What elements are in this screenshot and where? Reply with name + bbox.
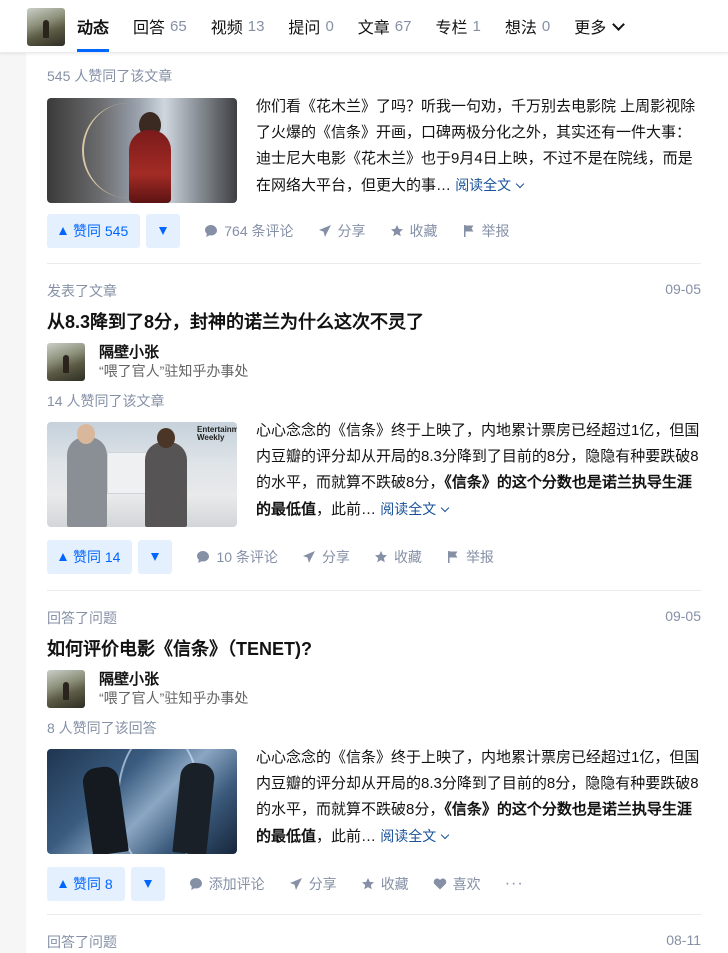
divider	[47, 590, 701, 591]
more-options-button[interactable]: ···	[505, 875, 524, 893]
upvote-button[interactable]: 赞同 8	[47, 867, 125, 901]
collect-button[interactable]: 收藏	[361, 874, 409, 894]
like-button[interactable]: 喜欢	[433, 874, 481, 894]
activity-date: 09-05	[665, 608, 701, 624]
excerpt[interactable]: 你们看《花木兰》了吗？听我一句劝，千万别去电影院 上周影视除了火爆的《信条》开画…	[256, 94, 701, 203]
report-button[interactable]: 举报	[462, 221, 510, 241]
chevron-down-icon	[440, 830, 450, 840]
flag-icon	[447, 551, 458, 563]
vote-count-line: 8 人赞同了该回答	[47, 720, 157, 736]
downvote-button[interactable]	[138, 540, 173, 574]
divider	[47, 914, 701, 915]
activity-date: 09-05	[665, 281, 701, 297]
article-thumbnail[interactable]	[47, 98, 237, 203]
upvote-button[interactable]: 赞同 14	[47, 540, 133, 574]
comment-button[interactable]: 764 条评论	[204, 221, 294, 241]
read-more-link[interactable]: 阅读全文	[380, 501, 450, 517]
excerpt[interactable]: 心心念念的《信条》终于上映了，内地累计票房已经超过1亿，但国内豆瓣的评分却从开局…	[256, 418, 701, 527]
read-more-link[interactable]: 阅读全文	[455, 177, 525, 193]
share-button[interactable]: 分享	[302, 547, 350, 567]
author-bio: “喂了官人”驻知乎办事处	[99, 363, 249, 379]
triangle-up-icon	[59, 553, 67, 561]
divider	[47, 263, 701, 264]
tab-activity[interactable]: 动态	[77, 0, 110, 52]
triangle-down-icon	[151, 553, 160, 561]
author-avatar[interactable]	[47, 670, 85, 708]
tab-columns[interactable]: 专栏 1	[435, 0, 480, 52]
avatar[interactable]	[27, 8, 65, 46]
downvote-button[interactable]	[130, 867, 165, 901]
comment-icon	[205, 225, 218, 237]
author-avatar[interactable]	[47, 343, 85, 381]
author-bio: “喂了官人”驻知乎办事处	[99, 690, 249, 706]
chevron-down-icon	[612, 17, 626, 31]
vote-count-line: 14 人赞同了该文章	[47, 393, 165, 409]
comment-button[interactable]: 10 条评论	[196, 547, 278, 567]
activity-type: 回答了问题	[47, 610, 117, 626]
chevron-down-icon	[515, 179, 525, 189]
answer-thumbnail[interactable]	[47, 749, 237, 854]
chevron-down-icon	[440, 503, 450, 513]
thumbnail-logo: Entertainment Weekly	[197, 425, 237, 442]
star-icon	[374, 551, 387, 563]
tab-more[interactable]: 更多	[574, 0, 626, 52]
activity-type: 发表了文章	[47, 283, 117, 299]
triangle-up-icon	[59, 880, 67, 888]
tab-articles[interactable]: 文章 67	[358, 0, 412, 52]
tab-answers[interactable]: 回答 65	[133, 0, 187, 52]
activity-date: 08-11	[666, 932, 701, 948]
report-button[interactable]: 举报	[446, 547, 494, 567]
tab-questions[interactable]: 提问 0	[288, 0, 333, 52]
feed-item: 回答了问题 08-11	[47, 932, 701, 952]
feed-item: 545 人赞同了该文章 你们看《花木兰》了吗？听我一句劝，千万别去电影院 上周影…	[47, 66, 701, 248]
excerpt[interactable]: 心心念念的《信条》终于上映了，内地累计票房已经超过1亿，但国内豆瓣的评分却从开局…	[256, 745, 701, 854]
vote-count-line: 545 人赞同了该文章	[47, 68, 173, 84]
tab-thoughts[interactable]: 想法 0	[505, 0, 550, 52]
share-icon	[318, 225, 331, 237]
feed-item: 回答了问题 09-05 如何评价电影《信条》（TENET)? 隔壁小张 “喂了官人…	[47, 608, 701, 901]
share-icon	[302, 551, 315, 563]
upvote-button[interactable]: 赞同 545	[47, 214, 141, 248]
triangle-down-icon	[159, 227, 168, 235]
author-name[interactable]: 隔壁小张	[99, 670, 248, 689]
article-thumbnail[interactable]: Entertainment Weekly	[47, 422, 237, 527]
item-title[interactable]: 从8.3降到了8分，封神的诺兰为什么这次不灵了	[47, 309, 701, 335]
share-icon	[289, 878, 302, 890]
feed-item: 发表了文章 09-05 从8.3降到了8分，封神的诺兰为什么这次不灵了 隔壁小张 …	[47, 281, 701, 574]
downvote-button[interactable]	[146, 214, 181, 248]
triangle-down-icon	[143, 880, 152, 888]
heart-icon	[433, 878, 446, 890]
share-button[interactable]: 分享	[289, 874, 337, 894]
flag-icon	[463, 225, 473, 237]
share-button[interactable]: 分享	[318, 221, 366, 241]
ellipsis-icon: ···	[504, 875, 524, 892]
star-icon	[361, 878, 374, 890]
read-more-link[interactable]: 阅读全文	[380, 828, 450, 844]
tab-videos[interactable]: 视频 13	[211, 0, 265, 52]
star-icon	[390, 225, 403, 237]
collect-button[interactable]: 收藏	[390, 221, 438, 241]
comment-button[interactable]: 添加评论	[189, 874, 265, 894]
item-title[interactable]: 如何评价电影《信条》（TENET)?	[47, 636, 701, 662]
comment-icon	[189, 878, 202, 890]
profile-tab-bar: 动态 回答 65 视频 13 提问 0 文章 67 专栏 1 想法 0 更多	[0, 0, 728, 53]
activity-type: 回答了问题	[47, 934, 117, 950]
author-name[interactable]: 隔壁小张	[99, 343, 248, 362]
triangle-up-icon	[59, 227, 67, 235]
comment-icon	[197, 551, 210, 563]
collect-button[interactable]: 收藏	[374, 547, 422, 567]
